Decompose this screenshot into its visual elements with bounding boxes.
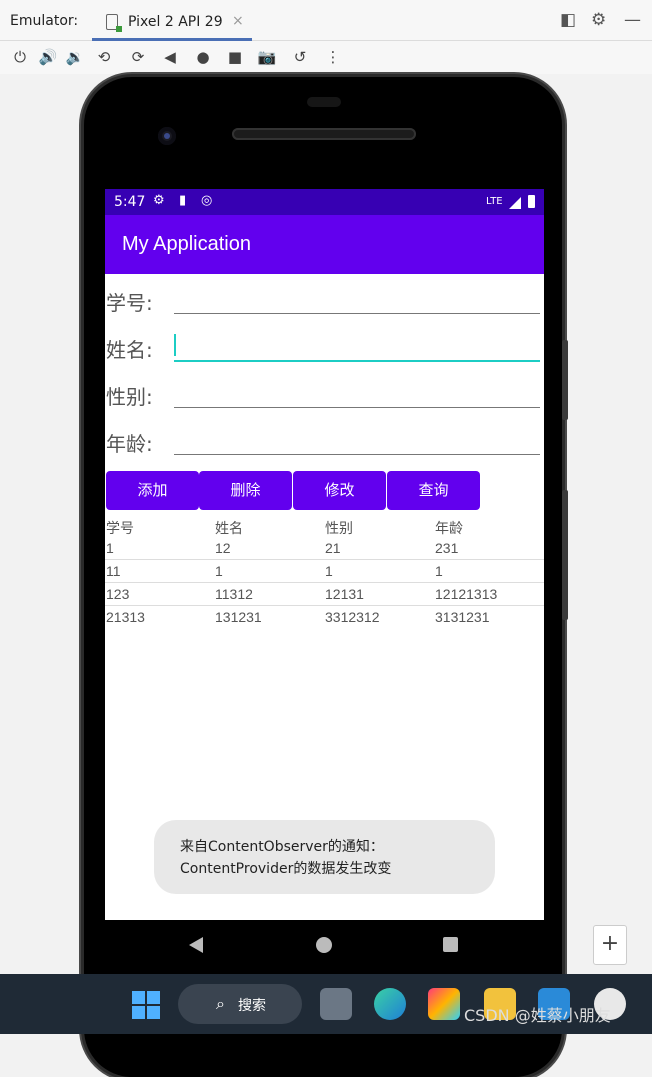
field-row-name: 姓名: [105, 326, 544, 366]
table-header: 学号 姓名 性别 年龄 [105, 515, 544, 537]
table-row: 11 1 1 1 [105, 560, 544, 583]
taskbar-search[interactable]: ⌕ 搜索 [178, 984, 302, 1024]
table-cell: 1 [215, 563, 223, 579]
layout-icon[interactable]: ◧ [560, 10, 576, 30]
header-cell: 性别 [325, 520, 353, 536]
tab-pixel2[interactable]: Pixel 2 API 29 × [92, 6, 252, 41]
watermark-text: CSDN @姓蔡小朋友 [464, 1006, 611, 1025]
phone-sensor [307, 97, 341, 107]
table-cell: 12121313 [435, 586, 498, 602]
app-title: My Application [122, 233, 251, 255]
update-button[interactable]: 修改 [293, 471, 386, 510]
device-icon [106, 14, 122, 32]
emulator-label: Emulator: [10, 13, 79, 29]
network-type: LTE [486, 196, 503, 207]
table-cell: 21313 [106, 609, 145, 625]
tab-label: Pixel 2 API 29 [128, 14, 223, 30]
field-row-id: 学号: [105, 279, 544, 319]
battery-icon [528, 195, 535, 208]
nav-home-icon[interactable] [316, 937, 332, 953]
table-cell: 3131231 [435, 609, 490, 625]
table-cell: 123 [106, 586, 130, 602]
toast-line-1: 来自ContentObserver的通知： [180, 839, 384, 855]
table-cell: 1 [435, 563, 443, 579]
intellij-icon[interactable] [428, 988, 460, 1020]
task-view-icon[interactable] [320, 988, 352, 1020]
table-cell: 11 [106, 563, 121, 579]
query-button[interactable]: 查询 [387, 471, 480, 510]
gear-icon[interactable]: ⚙ [591, 10, 606, 30]
ide-header: Emulator: Pixel 2 API 29 × ◧ ⚙ — ⏻ 🔊 🔉 ⟲… [0, 0, 652, 75]
edge-icon[interactable] [374, 988, 406, 1020]
toast-message: 来自ContentObserver的通知： ContentProvider的数据… [154, 820, 495, 894]
sd-card-icon: ▮ [179, 193, 187, 208]
tab-bar: Emulator: Pixel 2 API 29 × ◧ ⚙ — [0, 0, 652, 41]
device-screen: 5:47 ⚙ ▮ ◎ LTE My Application 学号: 姓名: 性别… [105, 189, 544, 920]
overview-icon[interactable]: ■ [225, 47, 245, 67]
rotate-left-icon[interactable]: ⟲ [94, 47, 114, 67]
search-label: 搜索 [238, 998, 266, 1014]
table-row: 21313 131231 3312312 3131231 [105, 606, 544, 628]
signal-icon [509, 197, 521, 209]
volume-up-icon[interactable]: 🔊 [38, 47, 58, 67]
delete-button[interactable]: 删除 [199, 471, 292, 510]
table-cell: 3312312 [325, 609, 380, 625]
status-time: 5:47 [114, 194, 146, 210]
student-id-input[interactable] [174, 283, 540, 314]
zoom-in-button[interactable]: + [593, 925, 627, 965]
settings-icon: ⚙ [153, 193, 165, 208]
back-icon[interactable]: ◀ [160, 47, 180, 67]
search-icon: ⌕ [216, 994, 225, 1013]
table-cell: 131231 [215, 609, 262, 625]
field-label: 学号: [106, 291, 153, 315]
minimize-icon[interactable]: — [624, 10, 641, 30]
data-saver-icon: ◎ [201, 193, 213, 208]
header-cell: 学号 [106, 520, 134, 536]
front-camera-icon [158, 127, 176, 145]
rotate-right-icon[interactable]: ⟳ [128, 47, 148, 67]
phone-volume-button [562, 490, 568, 620]
text-cursor [174, 334, 176, 356]
power-icon[interactable]: ⏻ [10, 47, 30, 67]
volume-down-icon[interactable]: 🔉 [65, 47, 85, 67]
close-tab-icon[interactable]: × [232, 13, 244, 29]
table-cell: 11312 [215, 586, 253, 602]
status-bar: 5:47 ⚙ ▮ ◎ LTE [105, 189, 544, 215]
emulator-toolbar: ⏻ 🔊 🔉 ⟲ ⟳ ◀ ● ■ 📷 ↺ ⋮ [0, 41, 652, 73]
gender-input[interactable] [174, 377, 540, 408]
table-row: 1 12 21 231 [105, 537, 544, 560]
age-input[interactable] [174, 424, 540, 455]
add-button[interactable]: 添加 [106, 471, 199, 510]
phone-speaker [232, 128, 416, 140]
field-label: 姓名: [106, 338, 153, 362]
more-icon[interactable]: ⋮ [323, 47, 343, 67]
table-row: 123 11312 12131 12121313 [105, 583, 544, 606]
phone-side-button [562, 340, 568, 420]
snapshot-icon[interactable]: ↺ [290, 47, 310, 67]
table-cell: 12 [215, 540, 231, 556]
nav-back-icon[interactable] [189, 937, 203, 953]
toast-text: 来自ContentObserver的通知： ContentProvider的数据… [180, 836, 391, 880]
name-input[interactable] [174, 330, 540, 362]
field-row-age: 年龄: [105, 420, 544, 460]
table-cell: 1 [325, 563, 333, 579]
home-icon[interactable]: ● [193, 47, 213, 67]
table-cell: 12131 [325, 586, 364, 602]
field-label: 年龄: [106, 432, 153, 456]
toast-line-2: ContentProvider的数据发生改变 [180, 861, 392, 877]
field-label: 性别: [106, 385, 153, 409]
table-cell: 231 [435, 540, 459, 556]
windows-start-icon[interactable] [132, 991, 160, 1019]
android-nav-bar [105, 920, 544, 974]
table-cell: 1 [106, 540, 114, 556]
table-cell: 21 [325, 540, 341, 556]
camera-icon[interactable]: 📷 [257, 47, 277, 67]
app-bar: My Application [105, 215, 544, 274]
field-row-gender: 性别: [105, 373, 544, 413]
nav-recents-icon[interactable] [443, 937, 458, 952]
header-cell: 年龄 [435, 520, 463, 536]
data-table: 学号 姓名 性别 年龄 1 12 21 231 11 1 1 1 123 113… [105, 515, 544, 628]
header-cell: 姓名 [215, 520, 243, 536]
